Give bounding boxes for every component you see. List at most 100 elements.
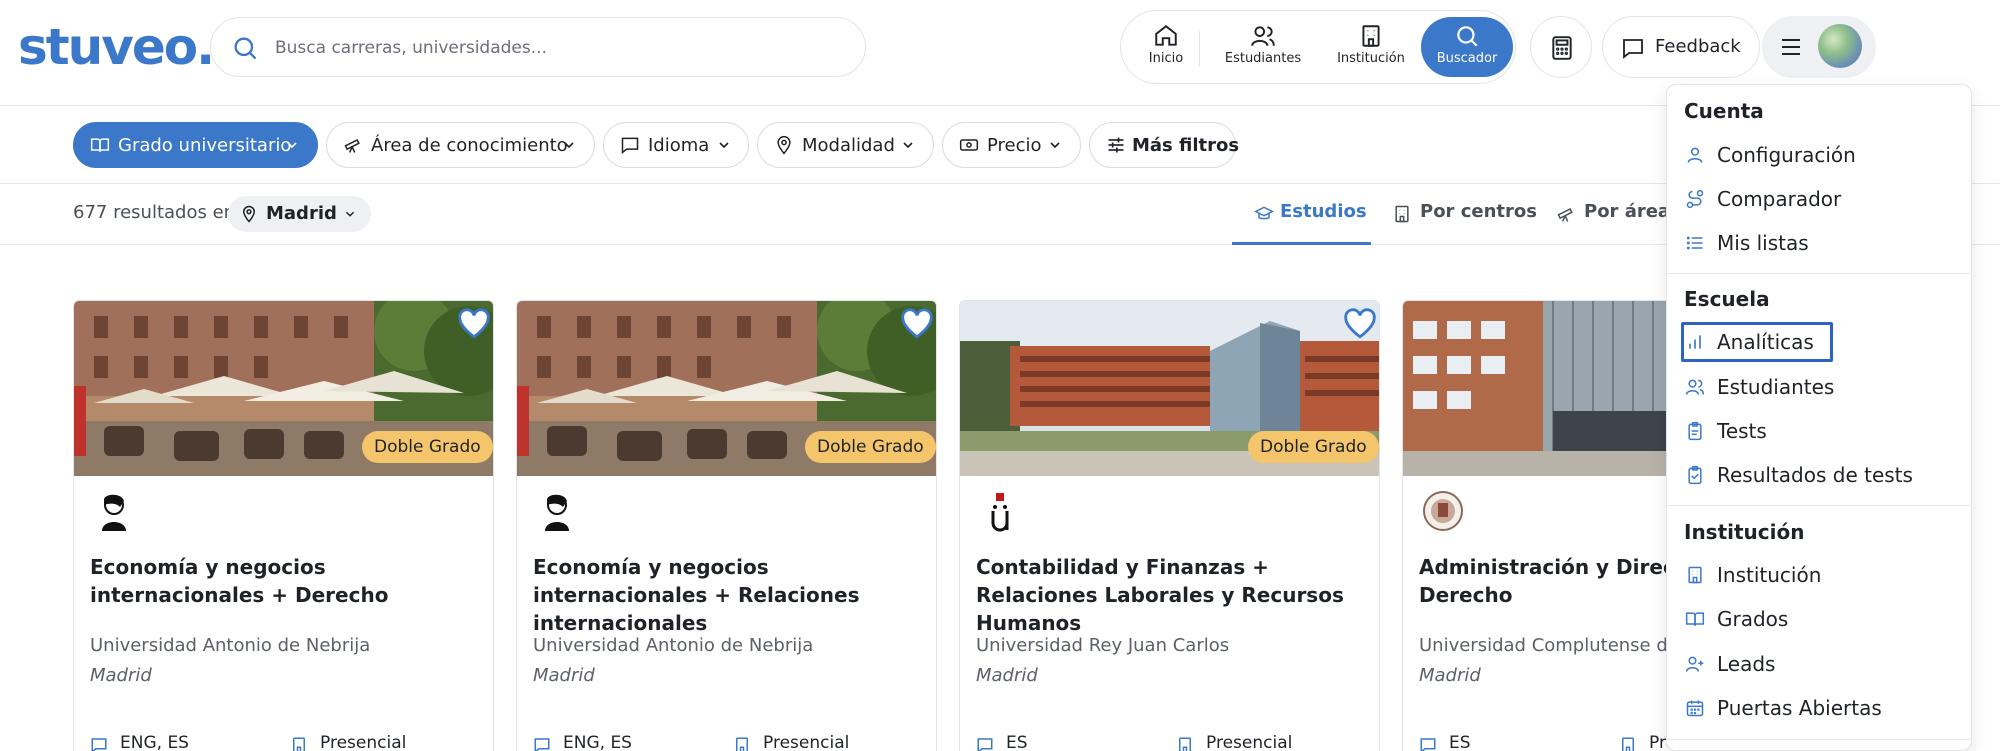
graduation-cap-icon [1254, 206, 1274, 220]
filter-label: Área de conocimiento [371, 135, 568, 156]
study-card[interactable]: Doble Grado Economía y negocios internac… [73, 300, 494, 751]
languages: ES [1006, 733, 1028, 751]
feedback-button[interactable]: Feedback [1602, 16, 1760, 78]
nav-label: Buscador [1436, 51, 1498, 66]
menu-item-comparador[interactable]: Comparador [1681, 179, 1841, 219]
book-open-icon [90, 138, 110, 152]
menu-item-institucion[interactable]: Institución [1681, 555, 1831, 595]
feedback-label: Feedback [1655, 36, 1741, 57]
book-open-icon [1685, 612, 1705, 626]
user-plus-icon [1685, 656, 1704, 672]
users-icon [1251, 26, 1275, 47]
menu-section-cuenta: Cuenta [1684, 99, 1764, 123]
filter-label: Más filtros [1132, 135, 1240, 156]
city: Madrid [533, 665, 595, 686]
menu-item-resultados-tests[interactable]: Resultados de tests [1681, 455, 1913, 495]
menu-item-puertas-abiertas[interactable]: Puertas Abiertas [1681, 688, 1882, 728]
menu-item-label: Resultados de tests [1717, 463, 1913, 487]
sliders-icon [1108, 137, 1124, 153]
doble-grado-badge: Doble Grado [362, 431, 493, 463]
menu-item-label: Leads [1717, 652, 1776, 676]
filter-area-conocimiento[interactable]: Área de conocimiento [326, 122, 595, 168]
languages: ES [1449, 733, 1471, 751]
stuveo-logo[interactable]: stuveo. [18, 18, 215, 76]
tab-estudios[interactable]: Estudios [1232, 184, 1371, 245]
banknote-icon [959, 139, 979, 151]
building-icon [1688, 566, 1702, 584]
menu-item-label: Grados [1717, 607, 1789, 631]
users-icon [1685, 379, 1705, 395]
message-square-icon [534, 738, 550, 751]
modality: Presencial [320, 733, 407, 751]
nav-label: Estudiantes [1224, 51, 1302, 66]
menu-item-mis-listas[interactable]: Mis listas [1681, 223, 1831, 263]
building-icon [293, 737, 305, 751]
study-title[interactable]: Economía y negocios internacionales + De… [90, 553, 480, 609]
university-logo [991, 493, 1009, 532]
search-icon [1457, 26, 1478, 47]
chevron-down-icon [719, 142, 729, 149]
menu-item-label: Analíticas [1717, 330, 1814, 354]
building-icon [1395, 205, 1409, 223]
study-card[interactable]: Doble Grado Contabilidad y Finanzas + Re… [959, 300, 1380, 751]
building-icon [1622, 737, 1634, 751]
message-square-icon [91, 738, 107, 751]
nav-buscador[interactable]: Buscador [1421, 17, 1513, 77]
nav-estudiantes[interactable]: Estudiantes [1207, 17, 1319, 77]
heart-icon[interactable] [1342, 307, 1378, 341]
account-dropdown-menu: Cuenta Configuración Comparador Mis list… [1666, 84, 1972, 751]
menu-divider [1667, 273, 1971, 274]
calculator-button[interactable] [1530, 16, 1592, 78]
city: Madrid [976, 665, 1038, 686]
menu-item-label: Puertas Abiertas [1717, 696, 1882, 720]
tab-label: Por centros [1420, 201, 1537, 222]
tab-por-centros[interactable]: Por centros [1392, 184, 1537, 245]
nav-inicio[interactable]: Inicio [1129, 17, 1203, 77]
message-square-icon [977, 738, 993, 751]
university-name: Universidad Rey Juan Carlos [976, 635, 1230, 656]
heart-icon[interactable] [899, 307, 935, 341]
study-card[interactable]: Doble Grado Economía y negocios internac… [516, 300, 937, 751]
nav-label: Institución [1337, 51, 1405, 66]
filter-idioma[interactable]: Idioma [603, 122, 749, 168]
menu-item-grados[interactable]: Grados [1681, 599, 1831, 639]
filter-grado-universitario[interactable]: Grado universitario [73, 122, 318, 168]
avatar[interactable] [1818, 24, 1862, 68]
filter-mas-filtros[interactable]: Más filtros [1089, 122, 1240, 168]
menu-item-label: Comparador [1717, 187, 1842, 211]
study-title[interactable]: Economía y negocios internacionales + Re… [533, 553, 923, 637]
university-logo [545, 494, 569, 531]
menu-item-label: Mis listas [1717, 231, 1809, 255]
menu-item-analiticas[interactable]: Analíticas [1681, 322, 1833, 362]
nav-institucion[interactable]: Institución [1321, 17, 1421, 77]
study-title[interactable]: Contabilidad y Finanzas + Relaciones Lab… [976, 553, 1366, 637]
main-nav: Inicio Estudiantes Institución Buscador [1120, 10, 1516, 84]
menu-item-label: Estudiantes [1717, 375, 1835, 399]
map-pin-icon [242, 205, 256, 223]
menu-item-label: Tests [1717, 419, 1767, 443]
university-logo [102, 494, 126, 531]
filter-modalidad[interactable]: Modalidad [757, 122, 934, 168]
search-bar[interactable] [210, 17, 866, 77]
results-count: 677 resultados en [73, 202, 236, 223]
menu-item-leads[interactable]: Leads [1681, 644, 1831, 684]
menu-item-configuracion[interactable]: Configuración [1681, 135, 1856, 175]
bar-chart-icon [1689, 335, 1701, 349]
heart-icon[interactable] [456, 307, 492, 341]
chevron-down-icon [564, 142, 574, 149]
menu-item-estudiantes[interactable]: Estudiantes [1681, 367, 1835, 407]
hamburger-icon [1782, 39, 1800, 55]
chevron-down-icon [1050, 142, 1060, 149]
menu-item-tests[interactable]: Tests [1681, 411, 1831, 451]
city: Madrid [1419, 665, 1481, 686]
message-square-icon [1623, 39, 1643, 59]
filter-precio[interactable]: Precio [942, 122, 1081, 168]
calculator-icon [1552, 36, 1572, 60]
home-icon [1155, 25, 1177, 46]
clipboard-icon [1688, 421, 1702, 441]
search-input[interactable] [275, 30, 835, 66]
city: Madrid [90, 665, 152, 686]
location-selector[interactable]: Madrid [228, 196, 371, 232]
tab-por-areas[interactable]: Por áreas [1556, 184, 1681, 245]
tab-label: Estudios [1280, 201, 1367, 222]
